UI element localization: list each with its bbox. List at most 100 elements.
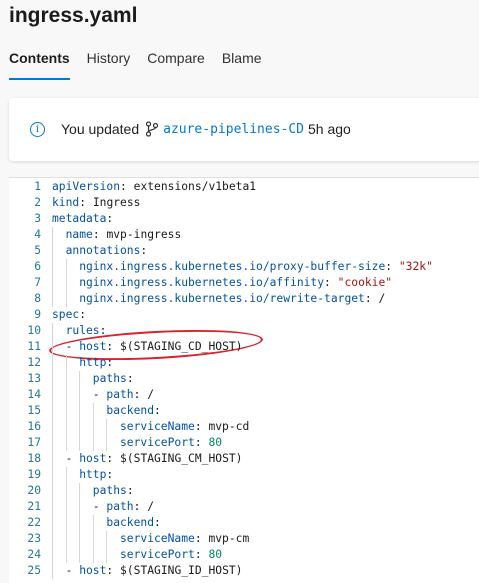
- indent-guide: [92, 515, 94, 531]
- tab-compare[interactable]: Compare: [147, 48, 205, 80]
- branch-link[interactable]: azure-pipelines-CD: [163, 122, 304, 137]
- indent-guide: [65, 483, 67, 499]
- line-number: 19: [27, 468, 41, 481]
- yaml-key: servicePort: [120, 436, 195, 449]
- code-line: 13 paths:: [9, 371, 479, 387]
- indent-guide: [52, 531, 53, 547]
- indent-guide: [52, 291, 53, 307]
- yaml-key: serviceName: [120, 532, 195, 545]
- indent-guide: [52, 419, 53, 435]
- line-number: 11: [27, 340, 41, 353]
- code-line: 23 serviceName: mvp-cm: [9, 531, 479, 547]
- line-number: 2: [34, 196, 41, 209]
- yaml-value: "cookie": [337, 276, 393, 289]
- indent-guide: [106, 531, 108, 547]
- code-line: 21 - path: /: [9, 499, 479, 515]
- code-text: - host: $(STAGING_ID_HOST): [65, 564, 243, 577]
- indent-guide: [52, 563, 53, 579]
- line-number: 10: [27, 324, 41, 337]
- tab-contents[interactable]: Contents: [9, 48, 70, 80]
- line-number: 17: [27, 436, 41, 449]
- code-text: metadata:: [52, 212, 114, 225]
- yaml-value: /: [378, 292, 386, 305]
- code-line: 24 servicePort: 80: [9, 547, 479, 563]
- code-line: 3 metadata:: [9, 211, 479, 227]
- indent-guide: [52, 451, 53, 467]
- code-text: annotations:: [65, 244, 148, 257]
- indent-guide: [79, 515, 81, 531]
- indent-guide: [65, 275, 67, 291]
- line-number: 24: [27, 548, 41, 561]
- indent-guide: [92, 419, 94, 435]
- yaml-value: /: [147, 500, 155, 513]
- code-text: backend:: [106, 516, 161, 529]
- code-text: servicePort: 80: [120, 436, 223, 449]
- code-text: rules:: [65, 324, 107, 337]
- info-icon: i: [30, 122, 45, 137]
- line-number: 3: [34, 212, 41, 225]
- indent-guide: [79, 403, 81, 419]
- code-line: 17 servicePort: 80: [9, 435, 479, 451]
- code-text: spec:: [52, 308, 87, 321]
- yaml-key: servicePort: [120, 548, 195, 561]
- update-time: 5h ago: [308, 121, 351, 137]
- code-line: 15 backend:: [9, 403, 479, 419]
- code-line: 12 http:: [9, 355, 479, 371]
- code-editor[interactable]: 1 apiVersion: extensions/v1beta1 2 kind: In…: [9, 177, 479, 583]
- indent-guide: [79, 435, 81, 451]
- indent-guide: [52, 387, 53, 403]
- indent-guide: [52, 435, 53, 451]
- code-text: - path: /: [92, 500, 155, 513]
- code-line: 16 serviceName: mvp-cd: [9, 419, 479, 435]
- yaml-key: apiVersion: [52, 180, 121, 193]
- yaml-key: metadata: [52, 212, 107, 225]
- yaml-value: mvp-ingress: [106, 228, 182, 241]
- code-text: serviceName: mvp-cm: [120, 532, 250, 545]
- code-line: 9 spec:: [9, 307, 479, 323]
- code-line: 20 paths:: [9, 483, 479, 499]
- line-number: 8: [34, 292, 41, 305]
- indent-guide: [92, 531, 94, 547]
- indent-guide: [65, 387, 67, 403]
- code-line: 5 annotations:: [9, 243, 479, 259]
- indent-guide: [65, 515, 67, 531]
- indent-guide: [92, 547, 94, 563]
- yaml-value: mvp-cm: [208, 532, 250, 545]
- yaml-key: host: [79, 564, 107, 577]
- indent-guide: [52, 259, 53, 275]
- indent-guide: [52, 371, 53, 387]
- tab-blame[interactable]: Blame: [222, 48, 262, 80]
- indent-guide: [65, 371, 67, 387]
- indent-guide: [79, 547, 81, 563]
- line-number: 1: [34, 180, 41, 193]
- line-number: 12: [27, 356, 41, 369]
- indent-guide: [52, 243, 53, 259]
- indent-guide: [52, 515, 53, 531]
- code-text: servicePort: 80: [120, 548, 223, 561]
- indent-guide: [65, 259, 67, 275]
- code-line: 7 nginx.ingress.kubernetes.io/affinity: "…: [9, 275, 479, 291]
- indent-guide: [52, 483, 53, 499]
- code-text: paths:: [92, 372, 134, 385]
- yaml-key: kind: [52, 196, 80, 209]
- indent-guide: [52, 499, 53, 515]
- indent-guide: [79, 499, 81, 515]
- code-text: nginx.ingress.kubernetes.io/proxy-buffer…: [79, 260, 433, 273]
- yaml-key: rules: [65, 324, 100, 337]
- code-text: nginx.ingress.kubernetes.io/affinity: "c…: [79, 276, 393, 289]
- indent-guide: [65, 467, 67, 483]
- tab-history[interactable]: History: [87, 48, 131, 80]
- code-line: 10 rules:: [9, 323, 479, 339]
- banner-message: You updated azure-pipelines-CD 5h ago: [61, 121, 351, 137]
- indent-guide: [52, 339, 53, 355]
- code-text: backend:: [106, 404, 161, 417]
- code-text: - host: $(STAGING_CM_HOST): [65, 452, 243, 465]
- yaml-value: Ingress: [92, 196, 141, 209]
- indent-guide: [65, 435, 67, 451]
- indent-guide: [106, 547, 108, 563]
- yaml-key: serviceName: [120, 420, 195, 433]
- code-line: 2 kind: Ingress: [9, 195, 479, 211]
- file-title: ingress.yaml: [9, 4, 138, 27]
- line-number: 25: [27, 564, 41, 577]
- branch-icon: [146, 121, 159, 137]
